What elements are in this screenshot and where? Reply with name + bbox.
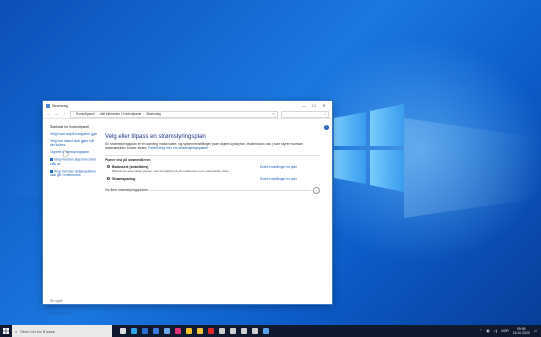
plan-name: Strømsparing: [112, 176, 136, 181]
pinned-apps: [112, 328, 269, 334]
sidebar-item-label: Velg hvordan skjermen skal slås av: [50, 157, 96, 166]
photos-icon[interactable]: [164, 328, 170, 334]
see-also-user-accounts[interactable]: Brukerkontoer: [50, 311, 88, 316]
media-icon[interactable]: [219, 328, 225, 334]
sidebar-item-label: Angi hvordan datamaskinen skal gå i hvil…: [50, 169, 97, 177]
sidebar-item-sleep[interactable]: Angi hvordan datamaskinen skal gå i hvil…: [50, 169, 98, 178]
sidebar-item-power-buttons[interactable]: Velg hvad av/på-knappene gjør: [50, 132, 98, 137]
forward-button[interactable]: →: [54, 112, 59, 116]
plan-power-saver[interactable]: Strømsparing Endre innstillinger for pla…: [105, 177, 320, 181]
slack-icon[interactable]: [175, 328, 181, 334]
page-description: En strømstyringsplan er en samling maski…: [105, 142, 320, 151]
system-tray: ⌃ ▣ ◁) NOR 09:55 18.10.2020 ▭: [479, 327, 541, 335]
change-plan-settings-link[interactable]: Endre innstillinger for plan: [260, 177, 320, 181]
network-icon[interactable]: ▣: [486, 329, 489, 333]
address-bar[interactable]: › Kontrollpanel › Alle elementer i Kontr…: [70, 110, 278, 118]
breadcrumb-power-options[interactable]: Strømvalg: [146, 112, 161, 116]
breadcrumb-all-items[interactable]: Alle elementer i Kontrollpanel: [100, 112, 141, 116]
see-also-mobility-center[interactable]: Windows Mobilitetssenter: [50, 305, 88, 310]
volume-icon[interactable]: ◁): [494, 329, 498, 333]
settings-icon[interactable]: [230, 328, 236, 334]
chevron-down-icon[interactable]: ⌄: [313, 186, 320, 194]
chrome-icon[interactable]: [186, 328, 192, 334]
language-icon[interactable]: NOR: [501, 329, 509, 333]
power-options-window: Strømvalg — ☐ ✕ ← → ↑ › Kontrollpanel › …: [43, 101, 332, 315]
taskbar-search-placeholder: Skriv her for å søke: [20, 328, 55, 334]
chevron-up-icon[interactable]: ⌃: [479, 329, 482, 333]
learn-more-link[interactable]: Fortell meg mer om strømstyringsplaner: [148, 146, 208, 150]
plan-text: Balansert (anbefales) Balanserer automat…: [112, 165, 260, 173]
opera-icon[interactable]: [208, 328, 214, 334]
control-panel-icon[interactable]: [263, 328, 269, 334]
plan-description: Balanserer automatisk ytelsen med energi…: [112, 168, 230, 173]
notification-icon[interactable]: ▭: [534, 329, 537, 333]
window-body: ? Startside for Kontrollpanel Velg hvad …: [43, 119, 332, 315]
up-button[interactable]: ↑: [62, 112, 67, 116]
store-icon[interactable]: [142, 328, 148, 334]
search-icon: ⌕: [15, 328, 18, 334]
search-icon: ⌕: [324, 112, 326, 116]
close-button[interactable]: ✕: [319, 103, 329, 108]
maximize-button[interactable]: ☐: [309, 103, 319, 108]
windows-logo-wallpaper: [334, 104, 404, 192]
app2-icon[interactable]: [252, 328, 258, 334]
plan-balanced-radio[interactable]: [107, 165, 110, 169]
divider: [149, 189, 311, 191]
section-title: Planer vist på strømmåleren: [105, 154, 320, 162]
chevron-right-icon: ›: [96, 112, 98, 116]
left-pane: Startside for Kontrollpanel Velg hvad av…: [50, 125, 98, 181]
back-button[interactable]: ←: [46, 112, 51, 116]
chevron-right-icon: ›: [73, 112, 75, 116]
explorer-icon[interactable]: [197, 328, 203, 334]
start-button[interactable]: [0, 325, 12, 337]
help-icon[interactable]: ?: [324, 125, 329, 130]
window-title: Strømvalg: [52, 103, 68, 108]
taskbar-search-input[interactable]: ⌕ Skriv her for å søke: [12, 325, 112, 337]
show-more-plans[interactable]: Vis flere strømstyringsplaner ⌄: [105, 186, 320, 194]
plan-power-saver-radio[interactable]: [107, 177, 110, 181]
clock[interactable]: 09:55 18.10.2020: [513, 327, 530, 335]
sidebar-item-create-plan[interactable]: Opprett strømstyringsplan: [50, 150, 98, 155]
address-row: ← → ↑ › Kontrollpanel › Alle elementer i…: [43, 110, 332, 119]
app-icon[interactable]: [241, 328, 247, 334]
edge-icon[interactable]: [131, 328, 137, 334]
clock-date: 18.10.2020: [512, 331, 530, 335]
power-options-icon: [46, 103, 50, 108]
show-more-label: Vis flere strømstyringsplaner: [105, 188, 148, 193]
refresh-icon[interactable]: ↻: [272, 112, 275, 116]
page-title: Velg eller tilpass en strømstyringsplan: [105, 134, 206, 140]
title-bar[interactable]: Strømvalg — ☐ ✕: [43, 101, 332, 110]
change-plan-settings-link[interactable]: Endre innstillinger for plan: [260, 165, 320, 169]
wallpaper-beam-right: [404, 118, 541, 218]
see-also-section: Se også Windows Mobilitetssenter Brukerk…: [50, 299, 88, 318]
mail-icon[interactable]: [153, 328, 159, 334]
windows-start-icon: [3, 328, 9, 334]
main-pane: Velg eller tilpass en strømstyringsplan …: [105, 134, 320, 194]
minimize-button[interactable]: —: [299, 103, 309, 108]
plan-balanced[interactable]: Balansert (anbefales) Balanserer automat…: [105, 165, 320, 173]
breadcrumb-control-panel[interactable]: Kontrollpanel: [76, 112, 95, 116]
task-view-icon[interactable]: [120, 328, 126, 334]
sidebar-item-display-off[interactable]: Velg hvordan skjermen skal slås av: [50, 158, 98, 166]
plan-text: Strømsparing: [112, 177, 260, 181]
see-also-heading: Se også: [50, 299, 63, 303]
sidebar-item-lid-action[interactable]: Velg hva lokket skal gjøre når det lukke…: [50, 139, 98, 148]
sidebar-item-home[interactable]: Startside for Kontrollpanel: [50, 125, 98, 130]
taskbar: ⌕ Skriv her for å søke ⌃ ▣ ◁) NOR 09:55 …: [0, 325, 541, 337]
search-input[interactable]: ⌕: [281, 110, 329, 118]
chevron-right-icon: ›: [143, 112, 145, 116]
